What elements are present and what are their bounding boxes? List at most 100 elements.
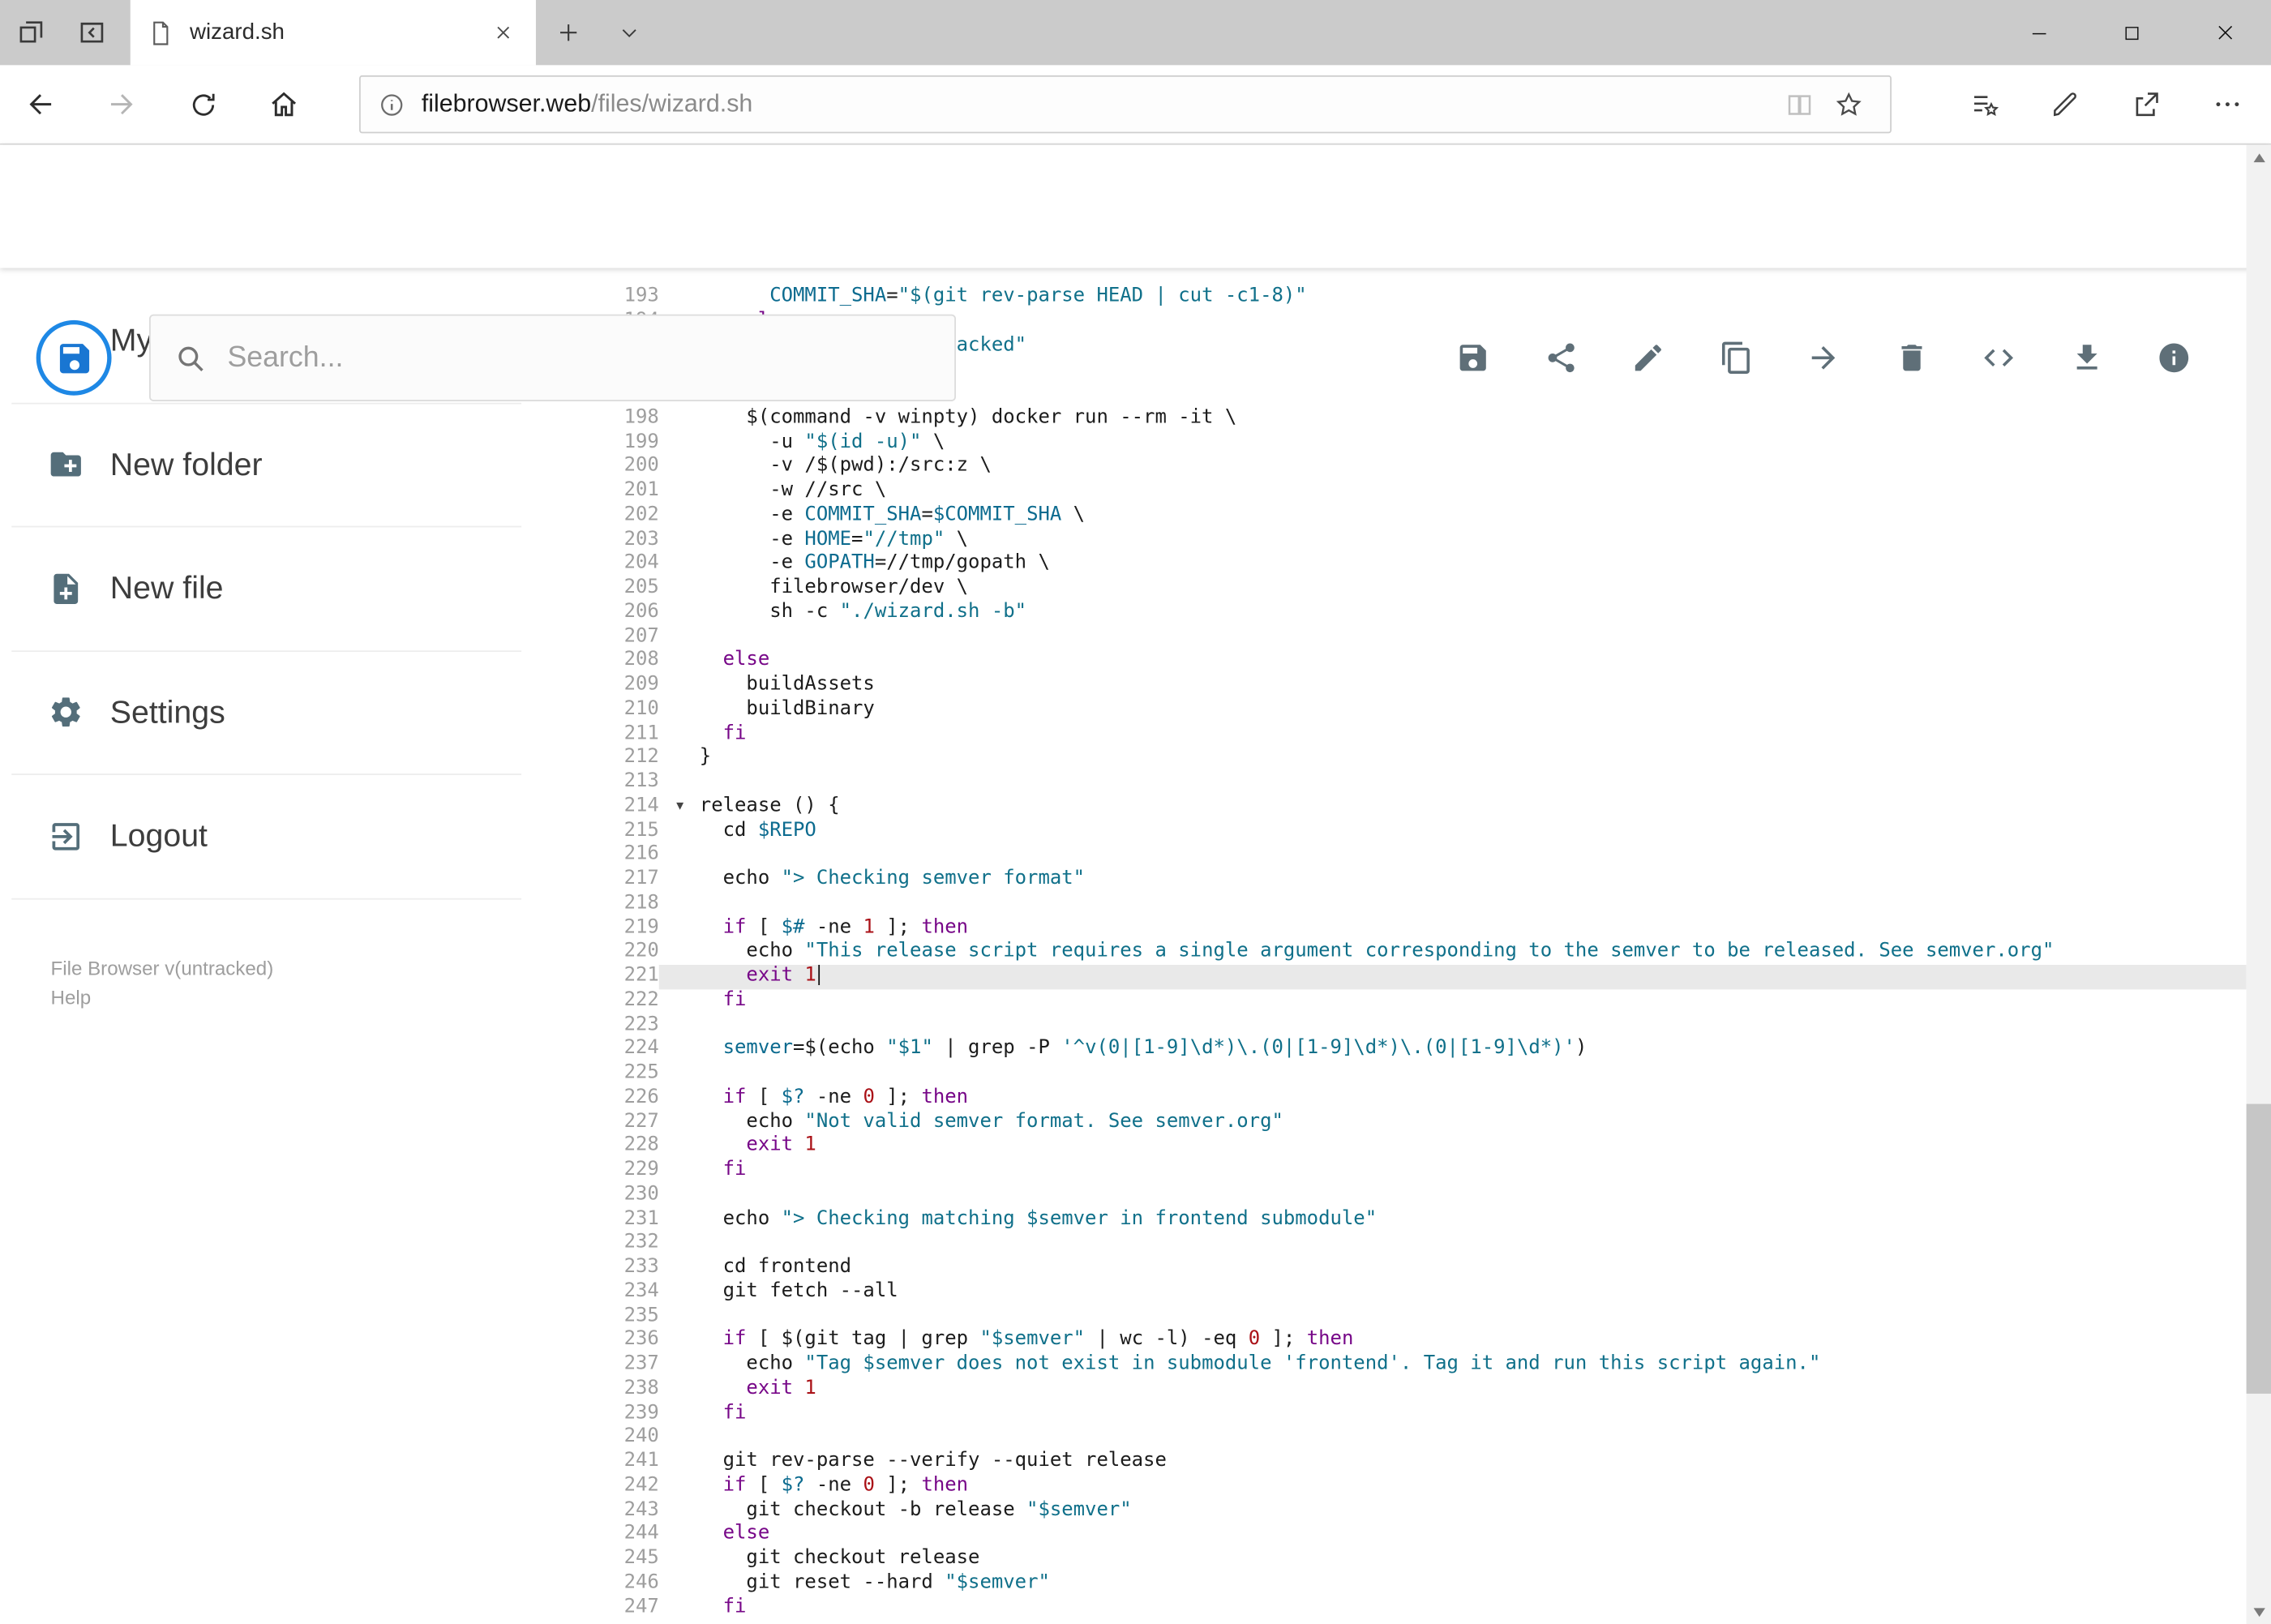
- code-line-246[interactable]: 246 git reset --hard "$semver": [580, 1571, 2247, 1596]
- sidebar-item-new-folder[interactable]: New folder: [11, 404, 522, 528]
- fold-marker-icon[interactable]: ▾: [676, 795, 683, 820]
- code-editor[interactable]: 193 COMMIT_SHA="$(git rev-parse HEAD | c…: [579, 268, 2247, 1624]
- code-line-247[interactable]: 247 fi: [580, 1596, 2247, 1620]
- search-box[interactable]: [148, 314, 956, 401]
- code-line-230[interactable]: 230: [580, 1183, 2247, 1207]
- code-line-220[interactable]: 220 echo "This release script requires a…: [580, 941, 2247, 965]
- hub-button[interactable]: [1943, 65, 2025, 143]
- code-line-209[interactable]: 209 buildAssets: [580, 674, 2247, 698]
- code-line-214[interactable]: 214 ▾ release () {: [580, 795, 2247, 820]
- code-line-205[interactable]: 205 filebrowser/dev \: [580, 576, 2247, 601]
- code-line-217[interactable]: 217 echo "> Checking semver format": [580, 868, 2247, 892]
- info-button[interactable]: [2139, 323, 2209, 392]
- code-line-245[interactable]: 245 git checkout release: [580, 1547, 2247, 1571]
- code-line-231[interactable]: 231 echo "> Checking matching $semver in…: [580, 1207, 2247, 1232]
- code-line-193[interactable]: 193 COMMIT_SHA="$(git rev-parse HEAD | c…: [580, 285, 2247, 310]
- search-input[interactable]: [227, 341, 932, 375]
- code-line-228[interactable]: 228 exit 1: [580, 1135, 2247, 1159]
- sidebar-item-logout[interactable]: Logout: [11, 775, 522, 899]
- set-tabs-aside-button[interactable]: [61, 0, 122, 65]
- scrollbar-thumb[interactable]: [2246, 1103, 2271, 1394]
- copy-button[interactable]: [1701, 323, 1771, 392]
- code-line-207[interactable]: 207: [580, 625, 2247, 649]
- tab-close-icon[interactable]: [486, 17, 518, 49]
- tab-list-button[interactable]: [600, 0, 658, 65]
- code-line-234[interactable]: 234 git fetch --all: [580, 1280, 2247, 1305]
- code-line-235[interactable]: 235: [580, 1305, 2247, 1329]
- code-line-212[interactable]: 212}: [580, 747, 2247, 771]
- help-link[interactable]: Help: [51, 983, 274, 1013]
- scroll-up-button[interactable]: [2247, 145, 2271, 169]
- code-line-224[interactable]: 224 semver=$(echo "$1" | grep -P '^v(0|[…: [580, 1038, 2247, 1062]
- web-note-button[interactable]: [2025, 65, 2106, 143]
- code-line-236[interactable]: 236 if [ $(git tag | grep "$semver" | wc…: [580, 1329, 2247, 1353]
- scroll-down-button[interactable]: [2247, 1600, 2271, 1624]
- code-line-237[interactable]: 237 echo "Tag $semver does not exist in …: [580, 1353, 2247, 1378]
- code-line-244[interactable]: 244 else: [580, 1523, 2247, 1547]
- sidebar-item-settings[interactable]: Settings: [11, 651, 522, 775]
- new-tab-button[interactable]: [536, 0, 600, 65]
- code-line-226[interactable]: 226 if [ $? -ne 0 ]; then: [580, 1086, 2247, 1111]
- back-button[interactable]: [0, 65, 81, 143]
- code-line-227[interactable]: 227 echo "Not valid semver format. See s…: [580, 1111, 2247, 1135]
- rename-button[interactable]: [1613, 323, 1683, 392]
- browser-tab[interactable]: wizard.sh: [130, 0, 536, 66]
- code-line-213[interactable]: 213: [580, 771, 2247, 795]
- share-button[interactable]: [1526, 323, 1596, 392]
- home-button[interactable]: [243, 65, 324, 143]
- refresh-button[interactable]: [162, 65, 243, 143]
- save-button[interactable]: [1438, 323, 1508, 392]
- sidebar-item-new-file[interactable]: New file: [11, 527, 522, 652]
- code-line-216[interactable]: 216: [580, 843, 2247, 868]
- more-button[interactable]: [2187, 65, 2268, 143]
- move-button[interactable]: [1789, 323, 1858, 392]
- code-line-218[interactable]: 218: [580, 892, 2247, 916]
- favorite-button[interactable]: [1823, 77, 1873, 132]
- window-minimize-button[interactable]: [1993, 0, 2085, 65]
- code-line-201[interactable]: 201 -w //src \: [580, 479, 2247, 503]
- code-line-221[interactable]: 221 exit 1: [580, 965, 2247, 989]
- code-line-219[interactable]: 219 if [ $# -ne 1 ]; then: [580, 916, 2247, 941]
- forward-button[interactable]: [81, 65, 162, 143]
- line-number: 204: [623, 552, 659, 575]
- code-button[interactable]: [1964, 323, 2033, 392]
- code-line-204[interactable]: 204 -e GOPATH=//tmp/gopath \: [580, 552, 2247, 576]
- window-close-button[interactable]: [2179, 0, 2271, 65]
- code-line-199[interactable]: 199 -u "$(id -u)" \: [580, 431, 2247, 456]
- code-line-232[interactable]: 232: [580, 1232, 2247, 1256]
- code-line-198[interactable]: 198 $(command -v winpty) docker run --rm…: [580, 407, 2247, 431]
- reading-view-button[interactable]: [1774, 77, 1823, 132]
- download-button[interactable]: [2051, 323, 2121, 392]
- code-line-229[interactable]: 229 fi: [580, 1159, 2247, 1183]
- code-line-210[interactable]: 210 buildBinary: [580, 698, 2247, 722]
- filebrowser-logo[interactable]: [36, 319, 112, 396]
- code-line-242[interactable]: 242 if [ $? -ne 0 ]; then: [580, 1475, 2247, 1499]
- code-line-202[interactable]: 202 -e COMMIT_SHA=$COMMIT_SHA \: [580, 503, 2247, 528]
- window-maximize-button[interactable]: [2085, 0, 2178, 65]
- code-line-222[interactable]: 222 fi: [580, 989, 2247, 1013]
- code-line-233[interactable]: 233 cd frontend: [580, 1256, 2247, 1280]
- code-line-203[interactable]: 203 -e HOME="//tmp" \: [580, 528, 2247, 552]
- code-line-211[interactable]: 211 fi: [580, 722, 2247, 747]
- code-line-208[interactable]: 208 else: [580, 649, 2247, 674]
- code-line-200[interactable]: 200 -v /$(pwd):/src:z \: [580, 456, 2247, 480]
- code-line-215[interactable]: 215 cd $REPO: [580, 819, 2247, 843]
- address-bar[interactable]: filebrowser.web/files/wizard.sh: [359, 75, 1892, 134]
- code-line-239[interactable]: 239 fi: [580, 1402, 2247, 1426]
- line-number: 198: [623, 406, 659, 429]
- site-info-icon[interactable]: [378, 91, 405, 118]
- code-line-243[interactable]: 243 git checkout -b release "$semver": [580, 1498, 2247, 1523]
- code-line-240[interactable]: 240: [580, 1426, 2247, 1450]
- code-line-223[interactable]: 223: [580, 1013, 2247, 1038]
- vertical-scrollbar[interactable]: [2246, 144, 2271, 1624]
- code-line-241[interactable]: 241 git rev-parse --verify --quiet relea…: [580, 1450, 2247, 1475]
- tab-preview-button[interactable]: [0, 0, 61, 65]
- app-header: [0, 144, 2271, 401]
- share-page-button[interactable]: [2106, 65, 2187, 143]
- delete-button[interactable]: [1876, 323, 1946, 392]
- line-number: 231: [623, 1207, 659, 1230]
- code-line-206[interactable]: 206 sh -c "./wizard.sh -b": [580, 601, 2247, 625]
- code-line-238[interactable]: 238 exit 1: [580, 1378, 2247, 1402]
- code-line-225[interactable]: 225: [580, 1062, 2247, 1086]
